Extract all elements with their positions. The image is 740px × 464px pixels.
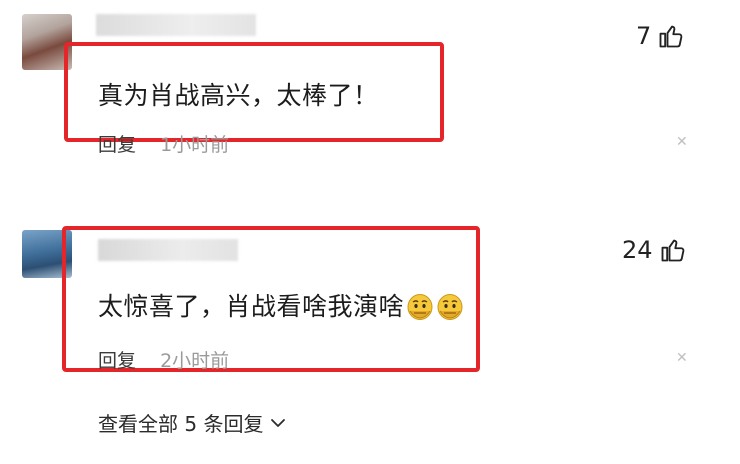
sweat-emoji-icon: [437, 294, 463, 320]
thumbs-up-icon: [661, 239, 684, 262]
comment-meta: 回复 2小时前: [98, 346, 229, 373]
comment-text: 太惊喜了，肖战看啥我演啥: [98, 287, 464, 323]
comment-meta: 回复 1小时前: [98, 130, 229, 157]
sweat-emoji-icon: [407, 294, 433, 320]
thumbs-up-icon: [659, 25, 683, 48]
comment-text: 真为肖战高兴，太棒了！: [98, 81, 379, 110]
comment-body: 太惊喜了，肖战看啥我演啥: [98, 292, 405, 321]
like-button[interactable]: 7: [636, 22, 685, 50]
reply-button[interactable]: 回复: [98, 134, 136, 156]
timestamp: 2小时前: [160, 350, 230, 372]
timestamp: 1小时前: [160, 134, 230, 156]
username-blurred[interactable]: [96, 14, 256, 36]
view-all-label: 查看全部 5 条回复: [98, 412, 264, 436]
reply-button[interactable]: 回复: [98, 350, 136, 372]
close-icon[interactable]: ✕: [676, 350, 688, 366]
like-count: 24: [622, 236, 653, 264]
like-button[interactable]: 24: [622, 236, 687, 264]
like-count: 7: [636, 22, 652, 50]
chevron-down-icon: [271, 418, 286, 427]
close-icon[interactable]: ✕: [676, 134, 688, 150]
view-all-replies-button[interactable]: 查看全部 5 条回复: [98, 408, 287, 437]
